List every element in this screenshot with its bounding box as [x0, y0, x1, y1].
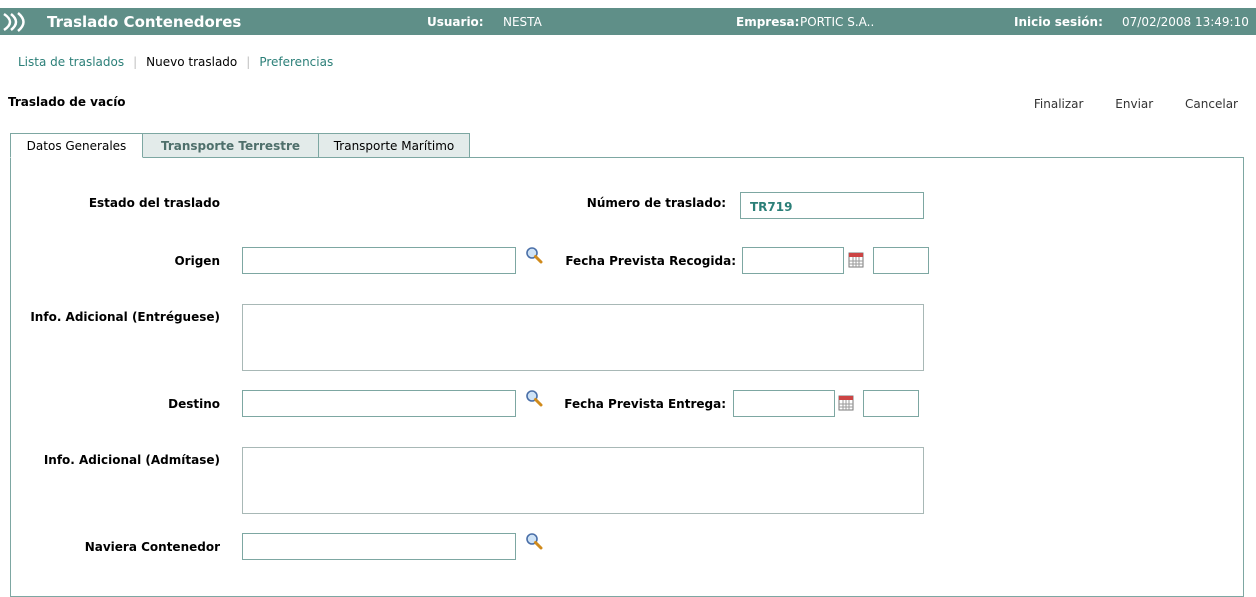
fecha-recogida-label: Fecha Prevista Recogida:: [565, 254, 736, 268]
numero-traslado-field: TR719: [740, 192, 924, 219]
page-title: Traslado de vacío: [8, 95, 126, 109]
session-value: 07/02/2008 13:49:10: [1122, 15, 1249, 29]
origen-input[interactable]: [242, 247, 516, 274]
company-label: Empresa:: [736, 15, 800, 29]
tab-datos-generales[interactable]: Datos Generales: [10, 133, 143, 158]
fecha-recogida-input[interactable]: [742, 247, 844, 274]
destino-label: Destino: [168, 397, 220, 411]
estado-label: Estado del traslado: [88, 196, 220, 210]
hora-recogida-input[interactable]: [873, 247, 929, 274]
form-panel: [10, 157, 1244, 597]
naviera-label: Naviera Contenedor: [84, 540, 220, 554]
info-admitase-label: Info. Adicional (Admítase): [43, 453, 220, 467]
logo-icon: [3, 12, 25, 32]
enviar-button[interactable]: Enviar: [1115, 97, 1153, 111]
calendar-recogida-icon[interactable]: [848, 252, 864, 268]
nav-nuevo-traslado[interactable]: Nuevo traslado: [146, 55, 237, 69]
app-title: Traslado Contenedores: [47, 13, 242, 31]
fecha-entrega-input[interactable]: [733, 390, 835, 417]
info-admitase-textarea[interactable]: [242, 447, 924, 514]
info-entreguese-label: Info. Adicional (Entréguese): [30, 310, 220, 324]
calendar-entrega-icon[interactable]: [838, 395, 854, 411]
action-bar: Finalizar Enviar Cancelar: [1006, 97, 1238, 111]
finalizar-button[interactable]: Finalizar: [1034, 97, 1084, 111]
nav-bar: Lista de traslados | Nuevo traslado | Prefer…: [18, 55, 333, 69]
company-value: PORTIC S.A..: [800, 15, 875, 29]
hora-entrega-input[interactable]: [863, 390, 919, 417]
cancelar-button[interactable]: Cancelar: [1185, 97, 1238, 111]
destino-input[interactable]: [242, 390, 516, 417]
nav-separator: |: [133, 55, 138, 69]
tab-transporte-maritimo[interactable]: Transporte Marítimo: [318, 133, 470, 158]
nav-preferencias[interactable]: Preferencias: [259, 55, 333, 69]
user-label: Usuario:: [427, 15, 484, 29]
app-header: Traslado Contenedores Usuario: NESTA Emp…: [0, 8, 1256, 35]
user-value: NESTA: [503, 15, 542, 29]
origen-label: Origen: [174, 254, 220, 268]
nav-lista-traslados[interactable]: Lista de traslados: [18, 55, 124, 69]
naviera-input[interactable]: [242, 533, 516, 560]
nav-separator: |: [246, 55, 251, 69]
fecha-entrega-label: Fecha Prevista Entrega:: [564, 397, 726, 411]
search-naviera-icon[interactable]: [525, 532, 543, 550]
info-entreguese-textarea[interactable]: [242, 304, 924, 371]
session-label: Inicio sesión:: [1014, 15, 1103, 29]
tab-transporte-terrestre[interactable]: Transporte Terrestre: [142, 133, 319, 158]
numero-label: Número de traslado:: [586, 196, 726, 210]
